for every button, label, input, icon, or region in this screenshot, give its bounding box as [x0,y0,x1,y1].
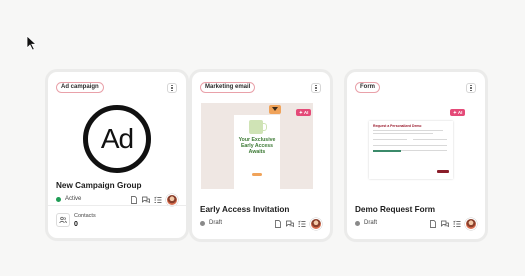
email-preview-thumbnail[interactable]: Your Exclusive Early Access Awaits ✦ AI [201,103,313,189]
mug-icon [249,120,267,134]
checklist-icon[interactable] [154,196,162,204]
form-field-line [373,130,443,131]
status-badge: Draft [200,220,222,226]
form-field-line [373,133,433,134]
form-submit-button [437,169,449,173]
ad-campaign-card[interactable]: Ad campaign Ad New Campaign Group Active… [48,72,186,238]
form-field-line [413,139,447,140]
status-badge: Draft [355,220,377,226]
status-text: Active [65,196,82,202]
ai-badge: ✦ AI [296,109,312,116]
card-title[interactable]: Demo Request Form [355,205,435,214]
status-dot [200,220,205,226]
kebab-menu-icon[interactable] [167,83,177,93]
document-icon[interactable] [274,220,282,228]
comments-icon[interactable] [142,196,150,204]
envelope-icon [269,105,281,114]
ad-logo: Ad [83,105,151,173]
divider [48,205,186,206]
form-field-line [373,145,447,146]
checklist-icon[interactable] [298,220,306,228]
card-title[interactable]: Early Access Invitation [200,205,289,214]
form-preview-title: Request a Personalized Demo [373,124,422,128]
contacts-label: Contacts [74,213,96,219]
document-icon[interactable] [130,196,138,204]
card-type-tag: Ad campaign [56,82,104,93]
contacts-icon [56,213,70,227]
avatar[interactable] [465,218,477,230]
status-text: Draft [364,220,378,226]
status-badge: Active [56,196,81,202]
email-preview-button [252,173,262,176]
card-actions [429,218,477,230]
comments-icon[interactable] [286,220,294,228]
form-preview-thumbnail[interactable]: ✦ AI Request a Personalized Demo [356,103,476,189]
form-card[interactable]: Form ✦ AI Request a Personalized Demo De… [347,72,485,239]
checklist-icon[interactable] [453,220,461,228]
marketing-email-card[interactable]: Marketing email Your Exclusive Early Acc… [192,72,330,239]
card-actions [274,218,322,230]
form-preview-sheet: Request a Personalized Demo [369,121,453,179]
form-field-line [401,150,447,151]
contacts-count: 0 [74,221,78,228]
email-preview-heading: Your Exclusive Early Access Awaits [238,137,276,155]
status-dot [355,220,360,226]
email-preview-body: Your Exclusive Early Access Awaits [234,115,280,189]
kebab-menu-icon[interactable] [311,83,321,93]
document-icon[interactable] [429,220,437,228]
card-title[interactable]: New Campaign Group [56,181,142,190]
status-dot [56,196,61,202]
comments-icon[interactable] [441,220,449,228]
cursor-icon [26,35,38,51]
form-field-line [373,139,407,140]
kebab-menu-icon[interactable] [466,83,476,93]
ai-badge: ✦ AI [450,109,466,116]
status-text: Draft [209,220,223,226]
avatar[interactable] [310,218,322,230]
form-progress-line [373,150,401,152]
card-type-tag: Marketing email [200,82,256,93]
card-type-tag: Form [355,82,380,93]
